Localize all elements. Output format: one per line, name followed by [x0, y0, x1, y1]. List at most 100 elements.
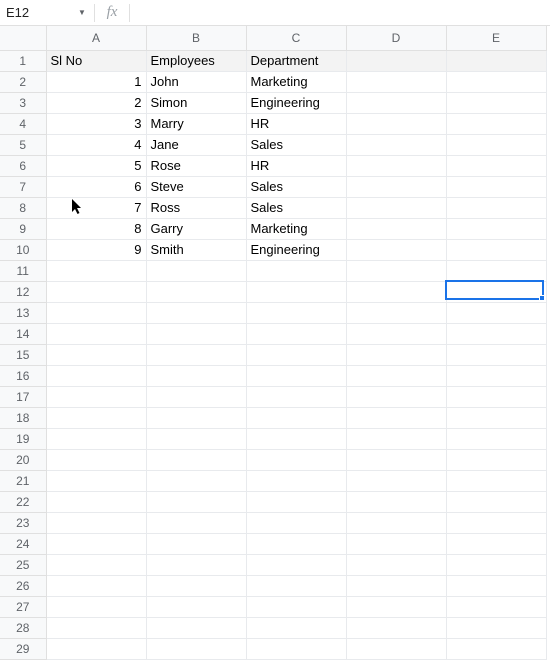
cell-A15[interactable] — [46, 344, 146, 365]
cell-D24[interactable] — [346, 533, 446, 554]
cell-D12[interactable] — [346, 281, 446, 302]
cell-B26[interactable] — [146, 575, 246, 596]
cell-E11[interactable] — [446, 260, 546, 281]
cell-C28[interactable] — [246, 617, 346, 638]
cell-A19[interactable] — [46, 428, 146, 449]
cell-E18[interactable] — [446, 407, 546, 428]
cell-D7[interactable] — [346, 176, 446, 197]
row-header-4[interactable]: 4 — [0, 113, 46, 134]
cell-E28[interactable] — [446, 617, 546, 638]
cell-D19[interactable] — [346, 428, 446, 449]
cell-B13[interactable] — [146, 302, 246, 323]
cell-C3[interactable]: Engineering — [246, 92, 346, 113]
cell-E22[interactable] — [446, 491, 546, 512]
cell-B29[interactable] — [146, 638, 246, 659]
cell-D4[interactable] — [346, 113, 446, 134]
cell-D5[interactable] — [346, 134, 446, 155]
cell-C15[interactable] — [246, 344, 346, 365]
cell-C11[interactable] — [246, 260, 346, 281]
cell-B10[interactable]: Smith — [146, 239, 246, 260]
cell-E21[interactable] — [446, 470, 546, 491]
cell-E25[interactable] — [446, 554, 546, 575]
cell-C27[interactable] — [246, 596, 346, 617]
row-header-16[interactable]: 16 — [0, 365, 46, 386]
cell-B2[interactable]: John — [146, 71, 246, 92]
cell-D22[interactable] — [346, 491, 446, 512]
cell-B23[interactable] — [146, 512, 246, 533]
cell-B22[interactable] — [146, 491, 246, 512]
cell-A11[interactable] — [46, 260, 146, 281]
cell-A23[interactable] — [46, 512, 146, 533]
spreadsheet-grid[interactable]: A B C D E 1Sl NoEmployeesDepartment21Joh… — [0, 26, 550, 660]
cell-A21[interactable] — [46, 470, 146, 491]
cell-D16[interactable] — [346, 365, 446, 386]
cell-D23[interactable] — [346, 512, 446, 533]
cell-B17[interactable] — [146, 386, 246, 407]
row-header-10[interactable]: 10 — [0, 239, 46, 260]
cell-A16[interactable] — [46, 365, 146, 386]
row-header-3[interactable]: 3 — [0, 92, 46, 113]
row-header-14[interactable]: 14 — [0, 323, 46, 344]
row-header-25[interactable]: 25 — [0, 554, 46, 575]
col-header-D[interactable]: D — [346, 26, 446, 50]
cell-B16[interactable] — [146, 365, 246, 386]
cell-A28[interactable] — [46, 617, 146, 638]
cell-B20[interactable] — [146, 449, 246, 470]
cell-A27[interactable] — [46, 596, 146, 617]
cell-C2[interactable]: Marketing — [246, 71, 346, 92]
cell-A13[interactable] — [46, 302, 146, 323]
select-all-corner[interactable] — [0, 26, 46, 50]
cell-E5[interactable] — [446, 134, 546, 155]
cell-B21[interactable] — [146, 470, 246, 491]
name-box-input[interactable] — [0, 1, 74, 25]
cell-D3[interactable] — [346, 92, 446, 113]
cell-D8[interactable] — [346, 197, 446, 218]
row-header-2[interactable]: 2 — [0, 71, 46, 92]
cell-E16[interactable] — [446, 365, 546, 386]
cell-E14[interactable] — [446, 323, 546, 344]
cell-E10[interactable] — [446, 239, 546, 260]
cell-C17[interactable] — [246, 386, 346, 407]
cell-B11[interactable] — [146, 260, 246, 281]
formula-input[interactable] — [134, 1, 550, 25]
cell-B28[interactable] — [146, 617, 246, 638]
row-header-15[interactable]: 15 — [0, 344, 46, 365]
cell-E3[interactable] — [446, 92, 546, 113]
cell-B12[interactable] — [146, 281, 246, 302]
cell-C7[interactable]: Sales — [246, 176, 346, 197]
cell-D1[interactable] — [346, 50, 446, 71]
row-header-22[interactable]: 22 — [0, 491, 46, 512]
cell-A5[interactable]: 4 — [46, 134, 146, 155]
col-header-C[interactable]: C — [246, 26, 346, 50]
cell-B14[interactable] — [146, 323, 246, 344]
cell-D29[interactable] — [346, 638, 446, 659]
cell-C6[interactable]: HR — [246, 155, 346, 176]
cell-E12[interactable] — [446, 281, 546, 302]
row-header-27[interactable]: 27 — [0, 596, 46, 617]
cell-C22[interactable] — [246, 491, 346, 512]
cell-D25[interactable] — [346, 554, 446, 575]
cell-A26[interactable] — [46, 575, 146, 596]
cell-C14[interactable] — [246, 323, 346, 344]
cell-D14[interactable] — [346, 323, 446, 344]
cell-C12[interactable] — [246, 281, 346, 302]
cell-E1[interactable] — [446, 50, 546, 71]
cell-C29[interactable] — [246, 638, 346, 659]
cell-D18[interactable] — [346, 407, 446, 428]
cell-B5[interactable]: Jane — [146, 134, 246, 155]
cell-E2[interactable] — [446, 71, 546, 92]
cell-E9[interactable] — [446, 218, 546, 239]
col-header-B[interactable]: B — [146, 26, 246, 50]
cell-A7[interactable]: 6 — [46, 176, 146, 197]
cell-C19[interactable] — [246, 428, 346, 449]
cell-C13[interactable] — [246, 302, 346, 323]
cell-E23[interactable] — [446, 512, 546, 533]
row-header-17[interactable]: 17 — [0, 386, 46, 407]
cell-D28[interactable] — [346, 617, 446, 638]
cell-A8[interactable]: 7 — [46, 197, 146, 218]
cell-D26[interactable] — [346, 575, 446, 596]
name-box-dropdown[interactable]: ▼ — [74, 8, 90, 17]
cell-E24[interactable] — [446, 533, 546, 554]
row-header-23[interactable]: 23 — [0, 512, 46, 533]
cell-A18[interactable] — [46, 407, 146, 428]
